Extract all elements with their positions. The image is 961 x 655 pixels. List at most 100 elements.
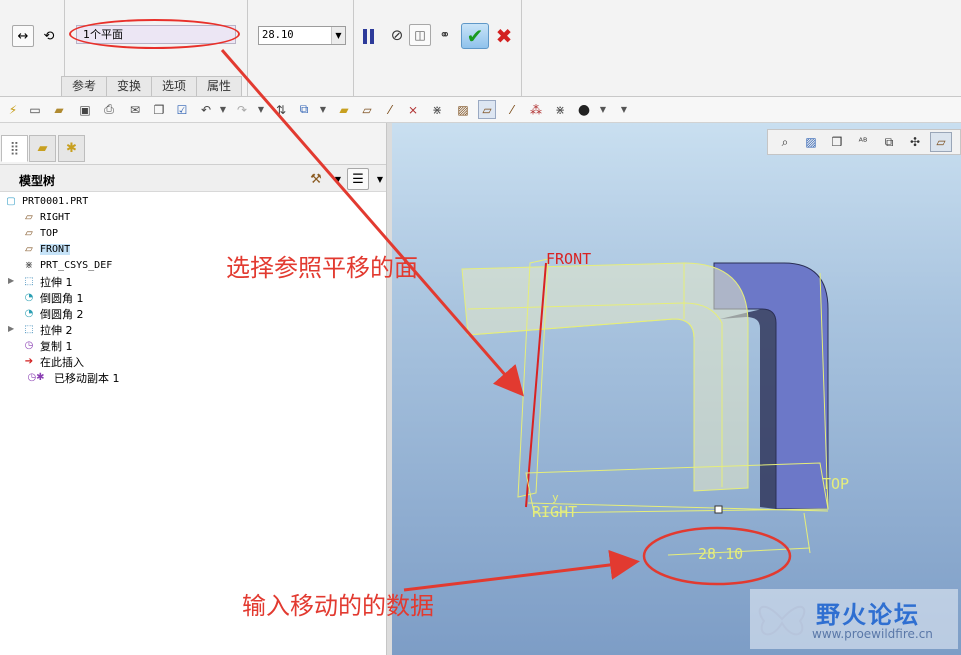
preview-geometry-icon[interactable]: ◫: [409, 24, 431, 46]
datum-plane-icon: ▱: [25, 212, 33, 223]
display-style-icon[interactable]: ⧉: [295, 100, 313, 119]
tree-item-front[interactable]: ▱ FRONT: [22, 242, 71, 257]
front-plane-label: FRONT: [546, 250, 591, 268]
drag-handle[interactable]: [714, 505, 723, 514]
navigator-panel: ⣿ ▰ ✱ 模型树 ⚒ ▼ ☰ ▼ ▢ PRT0001.PRT ▱ RIGHT …: [0, 123, 392, 655]
tree-item-extrude-1[interactable]: ⬚ 拉伸 1: [22, 274, 73, 289]
datum-axis-display-icon[interactable]: ⁄: [381, 100, 399, 119]
round-icon: ◔: [24, 308, 34, 319]
tree-item-label: FRONT: [40, 244, 71, 255]
tree-item-label: 倒圆角 2: [40, 307, 84, 321]
tree-item-copy-1[interactable]: ◷ 复制 1: [22, 338, 73, 353]
axis-create-icon[interactable]: ⁄: [503, 100, 521, 119]
insert-here-arrow-icon: ➔: [24, 356, 34, 367]
chevron-down-icon[interactable]: ▼: [331, 27, 345, 44]
datum-plane-icon: ▱: [25, 228, 33, 239]
tree-item-csys[interactable]: ⋇ PRT_CSYS_DEF: [22, 258, 112, 273]
display-dropdown-chevron-icon[interactable]: ▼: [318, 100, 328, 119]
tree-settings-tools-icon[interactable]: ⚒: [305, 168, 327, 190]
expand-arrow-icon[interactable]: ▶: [8, 276, 14, 285]
select-box-icon[interactable]: ☑: [173, 100, 191, 119]
dimension-witness-line: [803, 512, 811, 554]
verify-glasses-icon[interactable]: ⚭: [434, 24, 456, 46]
copy-icon[interactable]: ❐: [150, 100, 168, 119]
tab-properties[interactable]: 属性: [196, 76, 243, 96]
toolbar-overflow-chevron-icon[interactable]: ▼: [619, 100, 629, 119]
csys-axis-label: y: [552, 491, 559, 504]
csys-display-icon[interactable]: ⋇: [428, 100, 446, 119]
tree-item-moved-copy-1[interactable]: ◷✱ 已移动副本 1: [22, 370, 120, 385]
undo-icon[interactable]: ↶: [197, 100, 215, 119]
tree-item-insert-here[interactable]: ➔ 在此插入: [22, 354, 84, 369]
tree-item-round-2[interactable]: ◔ 倒圆角 2: [22, 306, 84, 321]
favorites-tab-icon[interactable]: ✱: [58, 135, 85, 162]
datum-plane-display-icon[interactable]: ▱: [358, 100, 376, 119]
expand-arrow-icon[interactable]: ▶: [8, 324, 14, 333]
send-mail-icon[interactable]: ✉: [126, 100, 144, 119]
relations-icon[interactable]: ⇅: [272, 100, 290, 119]
tree-item-label: 倒圆角 1: [40, 291, 84, 305]
datum-point-display-icon[interactable]: ⨯: [404, 100, 422, 119]
csys-icon: ⋇: [24, 260, 34, 271]
move-distance-input[interactable]: 28.10 ▼: [258, 26, 346, 45]
model-tree-header: 模型树 ⚒ ▼ ☰ ▼: [0, 164, 386, 192]
panel-title: 模型树: [19, 174, 56, 188]
tree-item-label: PRT_CSYS_DEF: [40, 260, 113, 271]
tree-item-label: 拉伸 1: [40, 275, 73, 289]
new-file-icon[interactable]: ▭: [26, 100, 44, 119]
regenerate-icon[interactable]: ⚡: [4, 100, 22, 119]
model-tree-tab-icon[interactable]: ⣿: [1, 135, 28, 162]
dimension-value[interactable]: 28.10: [698, 545, 743, 563]
tab-options[interactable]: 选项: [151, 76, 198, 96]
plane-tag-display-icon[interactable]: ▨: [454, 100, 472, 119]
no-preview-icon[interactable]: ⊘: [386, 24, 408, 46]
right-plane-label: RIGHT: [532, 503, 577, 521]
tree-item-round-1[interactable]: ◔ 倒圆角 1: [22, 290, 84, 305]
tree-item-right[interactable]: ▱ RIGHT: [22, 210, 70, 225]
open-folder-icon[interactable]: ▰: [50, 100, 68, 119]
tree-item-top[interactable]: ▱ TOP: [22, 226, 58, 241]
appearance-dropdown-chevron-icon[interactable]: ▼: [598, 100, 608, 119]
tab-references[interactable]: 参考: [61, 76, 108, 96]
point-create-icon[interactable]: ⁂: [527, 100, 545, 119]
csys-create-icon[interactable]: ⋇: [551, 100, 569, 119]
move-dashboard: ↔ ⟲ 1个平面 28.10 ▼ ⊘ ◫ ⚭ ✔ ✖ 参考 变换 选项 属性: [0, 0, 961, 97]
annotation-ellipse-reference: [69, 19, 240, 49]
cancel-x-button[interactable]: ✖: [494, 24, 514, 48]
extrude-icon: ⬚: [24, 324, 34, 335]
tree-item-part[interactable]: ▢ PRT0001.PRT: [4, 194, 88, 209]
tree-item-label: 拉伸 2: [40, 323, 73, 337]
round-icon: ◔: [24, 292, 34, 303]
watermark-title: 野火论坛: [816, 601, 920, 629]
butterfly-logo-icon: [758, 605, 806, 636]
divider: [353, 0, 354, 96]
settings-chevron-down-icon[interactable]: ▼: [327, 168, 349, 190]
copy-icon: ◷: [24, 340, 34, 351]
translate-mode-icon[interactable]: ↔: [12, 25, 34, 47]
sketch-plane-icon[interactable]: ▱: [478, 100, 496, 119]
graphics-window[interactable]: ⌕ ▨ ❒ ᴬᴮ ⧉ ✣ ▱ FRONT RIGHT TOP y 28.10 野…: [392, 123, 961, 655]
original-solid-preview: [461, 262, 749, 492]
datum-folder-icon[interactable]: ▰: [335, 100, 353, 119]
divider: [521, 0, 522, 96]
tree-item-extrude-2[interactable]: ⬚ 拉伸 2: [22, 322, 73, 337]
show-menu-list-icon[interactable]: ☰: [347, 168, 369, 190]
undo-dropdown-chevron-icon[interactable]: ▼: [218, 100, 228, 119]
ok-checkmark-button[interactable]: ✔: [461, 23, 489, 49]
tab-transformations[interactable]: 变换: [106, 76, 153, 96]
pause-icon[interactable]: [363, 29, 377, 44]
main-toolbar: ⚡ ▭ ▰ ▣ ⎙ ✉ ❐ ☑ ↶ ▼ ↷ ▼ ⇅ ⧉ ▼ ▰ ▱ ⁄ ⨯ ⋇ …: [0, 97, 961, 123]
redo-dropdown-chevron-icon[interactable]: ▼: [256, 100, 266, 119]
redo-icon[interactable]: ↷: [233, 100, 251, 119]
tree-item-label: RIGHT: [40, 212, 71, 223]
appearance-sphere-icon[interactable]: ●: [575, 100, 593, 119]
rotate-mode-icon[interactable]: ⟲: [38, 25, 60, 47]
tree-item-label: 已移动副本 1: [54, 371, 120, 385]
save-icon[interactable]: ▣: [76, 100, 94, 119]
part-icon: ▢: [6, 196, 16, 207]
folder-browser-tab-icon[interactable]: ▰: [29, 135, 56, 162]
distance-value: 28.10: [262, 29, 294, 41]
print-icon[interactable]: ⎙: [100, 100, 118, 119]
annotation-select-plane: 选择参照平移的面: [226, 254, 418, 282]
tree-item-label: 复制 1: [40, 339, 73, 353]
